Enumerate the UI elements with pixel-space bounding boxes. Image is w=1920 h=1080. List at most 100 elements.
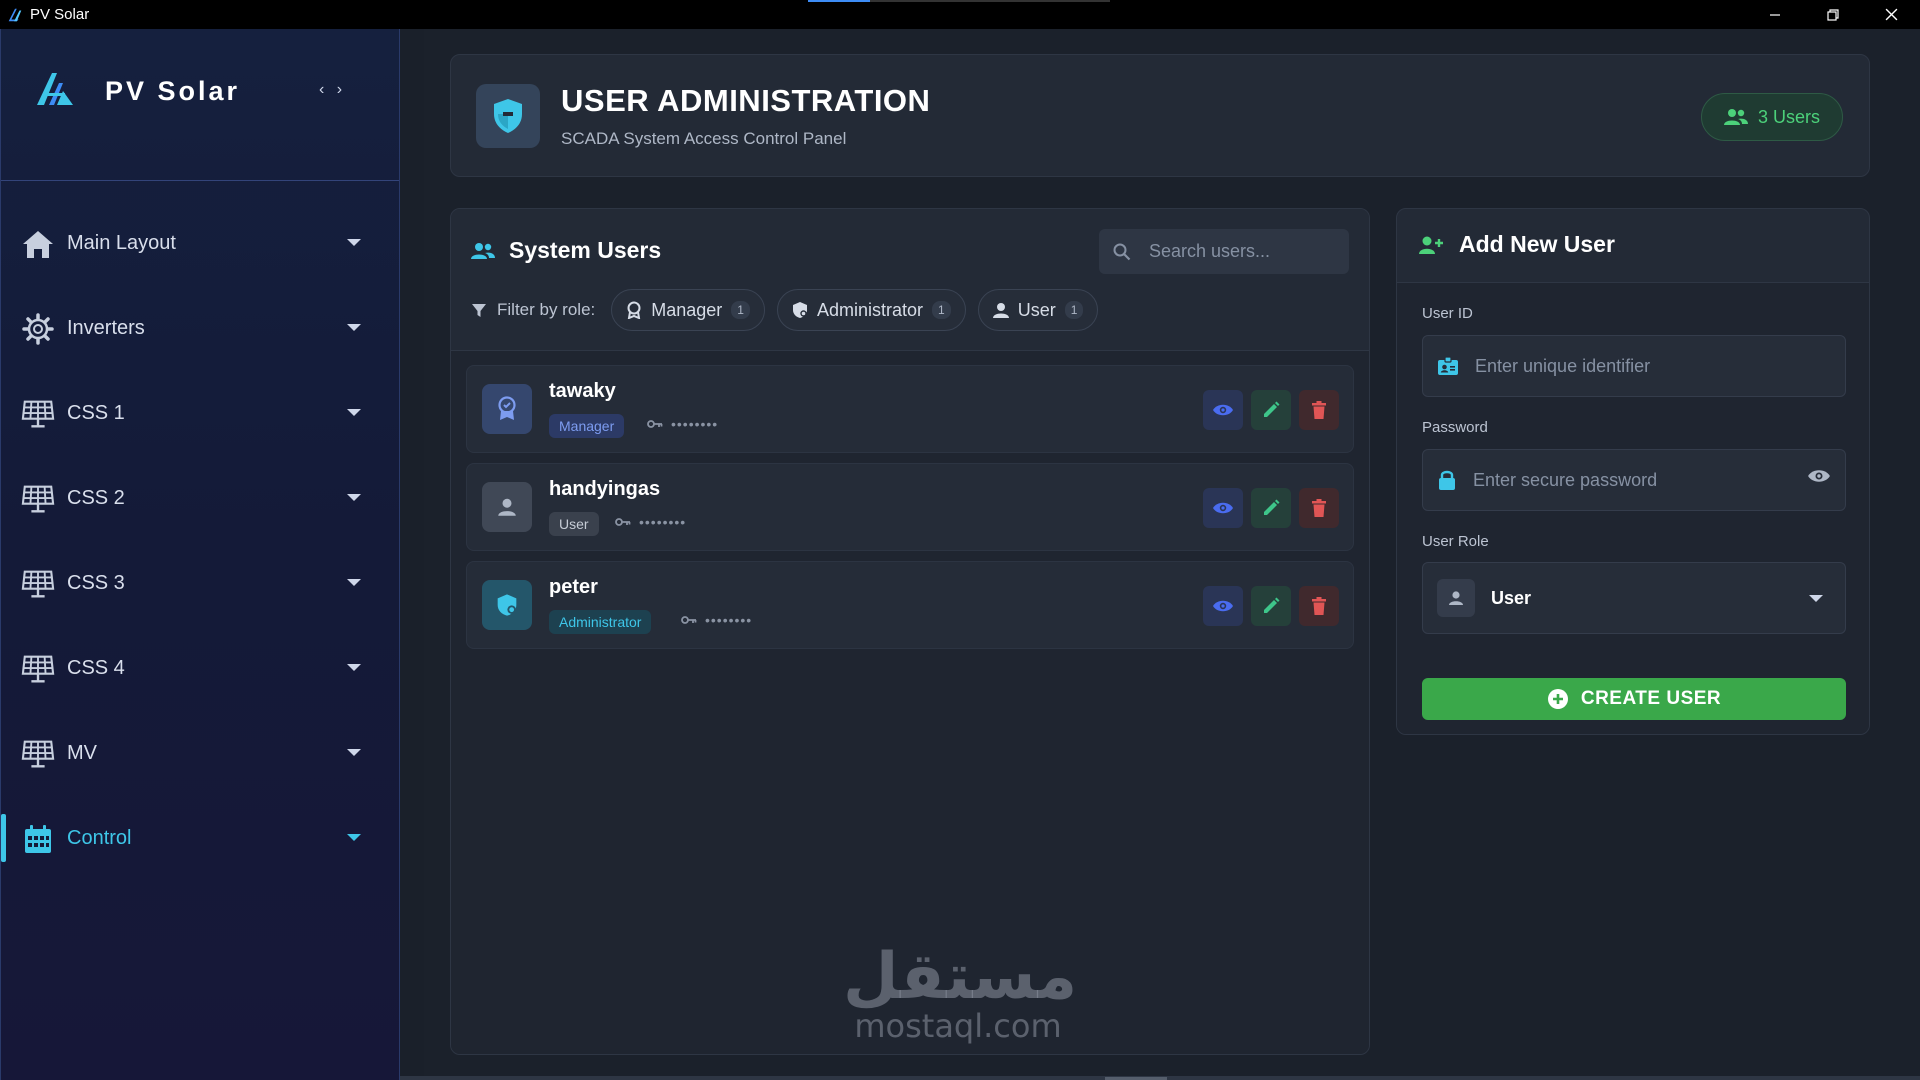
chevron-down-icon: [347, 579, 361, 586]
add-user-title-text: Add New User: [1459, 231, 1615, 257]
close-icon: [1885, 8, 1897, 21]
filter-chip-manager[interactable]: Manager 1: [611, 289, 765, 331]
maximize-button[interactable]: [1804, 0, 1862, 29]
user-actions: [1203, 586, 1339, 626]
window-titlebar: PV Solar: [0, 0, 1920, 29]
filter-chip-user[interactable]: User 1: [977, 289, 1099, 331]
window-title: PV Solar: [30, 6, 90, 23]
system-users-title-text: System Users: [509, 237, 662, 263]
filter-label-text: Filter by role:: [497, 300, 596, 319]
sidebar-header: PV Solar ‹ ›: [1, 29, 399, 181]
user-name: handyingas: [549, 478, 661, 500]
trash-icon: [1312, 597, 1326, 615]
page-title: USER ADMINISTRATION: [561, 83, 931, 118]
admin-shield-icon: [792, 302, 807, 318]
sidebar-item-label: CSS 2: [67, 487, 125, 509]
chevron-down-icon: [1809, 595, 1823, 602]
sidebar-item-css-2[interactable]: CSS 2: [1, 456, 399, 541]
trash-icon: [1312, 499, 1326, 517]
sidebar-item-label: Main Layout: [67, 232, 176, 254]
user-actions: [1203, 390, 1339, 430]
user-role-value: User: [1491, 587, 1532, 608]
filter-chip-label: Manager: [651, 299, 723, 320]
minimize-button[interactable]: [1746, 0, 1804, 29]
calendar-icon: [21, 822, 55, 856]
key-icon: [615, 518, 631, 526]
solar-panel-icon: [21, 652, 55, 686]
system-users-panel: System Users Filter by role: Manager 1: [450, 208, 1370, 1055]
user-password-mask: ••••••••: [615, 514, 686, 530]
delete-user-button[interactable]: [1299, 390, 1339, 430]
sidebar-item-css-4[interactable]: CSS 4: [1, 626, 399, 711]
pencil-icon: [1264, 401, 1280, 417]
users-icon: [1723, 109, 1748, 125]
admin-avatar-icon: [482, 580, 532, 630]
minimize-icon: [1770, 13, 1780, 16]
user-plus-icon: [1419, 236, 1443, 254]
show-password-toggle[interactable]: [1807, 468, 1831, 489]
filter-label: Filter by role:: [471, 300, 595, 320]
add-user-header: Add New User: [1397, 209, 1869, 283]
filter-chip-administrator[interactable]: Administrator 1: [776, 289, 966, 331]
password-input[interactable]: [1473, 469, 1793, 491]
search-icon: [1113, 243, 1131, 260]
user-role-badge: User: [549, 512, 599, 536]
chevron-down-icon: [347, 834, 361, 841]
close-button[interactable]: [1862, 0, 1920, 29]
system-users-title: System Users: [471, 237, 661, 264]
sidebar-item-css-1[interactable]: CSS 1: [1, 371, 399, 456]
solar-panel-icon: [21, 567, 55, 601]
sidebar-nav: Main Layout Inverters CSS 1 CSS 2 CSS 3 …: [1, 181, 399, 881]
page-subtitle: SCADA System Access Control Panel: [561, 129, 847, 148]
view-user-button[interactable]: [1203, 390, 1243, 430]
create-user-label: CREATE USER: [1580, 688, 1722, 709]
user-role-badge: Administrator: [549, 610, 652, 634]
sidebar-item-control[interactable]: Control: [1, 796, 399, 881]
user-row-tawaky[interactable]: tawaky Manager ••••••••: [466, 365, 1354, 453]
create-user-button[interactable]: CREATE USER: [1422, 678, 1846, 720]
pencil-icon: [1264, 499, 1280, 515]
sidebar-item-css-3[interactable]: CSS 3: [1, 541, 399, 626]
search-input[interactable]: [1149, 241, 1329, 262]
sidebar-item-inverters[interactable]: Inverters: [1, 286, 399, 371]
user-id-input[interactable]: [1475, 355, 1795, 377]
user-row-peter[interactable]: peter Administrator ••••••••: [466, 561, 1354, 649]
user-icon: [992, 303, 1009, 318]
titlebar-indicator: [808, 0, 870, 2]
password-dots: ••••••••: [639, 514, 687, 530]
edit-user-button[interactable]: [1251, 488, 1291, 528]
role-filter-row: Filter by role: Manager 1 Administrator …: [471, 289, 1099, 331]
user-avatar-icon: [482, 482, 532, 532]
filter-chip-count: 1: [731, 301, 750, 319]
sidebar-item-label: Inverters: [67, 317, 145, 339]
delete-user-button[interactable]: [1299, 488, 1339, 528]
users-icon: [471, 242, 495, 259]
restore-icon: [1827, 8, 1839, 21]
user-row-handyingas[interactable]: handyingas User ••••••••: [466, 463, 1354, 551]
titlebar-indicator-track: [870, 0, 1110, 2]
password-label: Password: [1422, 419, 1488, 436]
view-user-button[interactable]: [1203, 586, 1243, 626]
add-user-title: Add New User: [1419, 231, 1615, 258]
edit-user-button[interactable]: [1251, 586, 1291, 626]
watermark-latin: mostaql.com: [854, 1007, 1062, 1045]
chevron-down-icon: [347, 239, 361, 246]
delete-user-button[interactable]: [1299, 586, 1339, 626]
sidebar-collapse-toggle[interactable]: ‹ ›: [319, 81, 346, 99]
password-dots: ••••••••: [671, 416, 719, 432]
sidebar-item-mv[interactable]: MV: [1, 711, 399, 796]
solar-panel-icon: [21, 397, 55, 431]
user-password-mask: ••••••••: [647, 416, 718, 432]
lock-icon: [1439, 470, 1455, 490]
edit-user-button[interactable]: [1251, 390, 1291, 430]
sidebar-item-main-layout[interactable]: Main Layout: [1, 201, 399, 286]
password-dots: ••••••••: [705, 612, 753, 628]
main-content: USER ADMINISTRATION SCADA System Access …: [424, 29, 1920, 1080]
view-user-button[interactable]: [1203, 488, 1243, 528]
user-role-select[interactable]: User: [1422, 562, 1846, 634]
add-user-form: User ID Password User Role User: [1397, 283, 1869, 734]
chevron-down-icon: [347, 409, 361, 416]
filter-chip-count: 1: [1064, 301, 1084, 319]
gear-icon: [21, 312, 55, 346]
watermark: مستقل mostaql.com: [843, 945, 1077, 1045]
